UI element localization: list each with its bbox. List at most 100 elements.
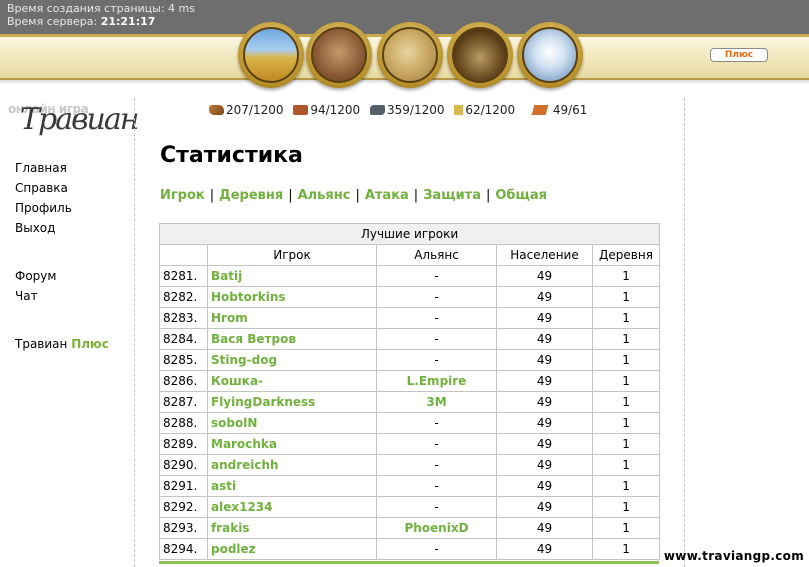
plus-label: Плюс: [71, 337, 109, 351]
player-link[interactable]: alex1234: [211, 500, 273, 514]
player-link[interactable]: Кошка-: [211, 374, 263, 388]
population-cell: 49: [496, 349, 593, 371]
player-cell: sobolN: [207, 412, 377, 434]
player-cell: Hrom: [207, 307, 377, 329]
player-link[interactable]: Sting-dog: [211, 353, 277, 367]
resource-iron: 359/1200: [370, 103, 445, 117]
table-row: 8289. Marochka -49 1: [159, 433, 661, 455]
table-row: 8290. andreichh -49 1: [159, 454, 661, 476]
population-cell: 49: [496, 391, 593, 413]
nav-logout[interactable]: Выход: [15, 221, 130, 241]
alliance-cell: -: [376, 496, 497, 518]
player-cell: podlez: [207, 538, 377, 560]
table-caption: Лучшие игроки: [158, 223, 661, 245]
watermark: www.traviangp.com: [663, 549, 804, 563]
tab-player[interactable]: Игрок: [160, 188, 205, 203]
nav-chat[interactable]: Чат: [15, 289, 130, 309]
alliance-cell: -: [376, 454, 497, 476]
nav-forum[interactable]: Форум: [15, 269, 130, 289]
iron-icon: [370, 105, 386, 115]
player-link[interactable]: Marochka: [211, 437, 277, 451]
page-root: Время создания страницы: 4 ms Время серв…: [0, 0, 809, 567]
player-link[interactable]: sobolN: [211, 416, 257, 430]
page-title: Статистика: [160, 143, 303, 168]
left-divider: [134, 98, 135, 567]
tab-defense[interactable]: Защита: [423, 188, 481, 203]
table-row: 8292. alex1234 -49 1: [159, 496, 661, 518]
population-cell: 49: [496, 307, 593, 329]
rank-cell: 8294.: [159, 538, 208, 560]
table-row: 8283. Hrom -49 1: [159, 307, 661, 329]
nav-travian-plus[interactable]: Травиан Плюс: [15, 337, 130, 357]
player-link[interactable]: andreichh: [211, 458, 279, 472]
alliance-cell: -: [376, 538, 497, 560]
population-cell: 49: [496, 286, 593, 308]
player-cell: frakis: [207, 517, 377, 539]
col-rank: [159, 244, 208, 266]
rank-cell: 8292.: [159, 496, 208, 518]
map-icon[interactable]: [377, 22, 443, 88]
village-center-icon[interactable]: [306, 22, 372, 88]
nav-help[interactable]: Справка: [15, 181, 130, 201]
rank-cell: 8290.: [159, 454, 208, 476]
rank-cell: 8291.: [159, 475, 208, 497]
player-link[interactable]: FlyingDarkness: [211, 395, 315, 409]
villages-cell: 1: [591, 370, 661, 392]
population-cell: 49: [496, 370, 593, 392]
alliance-cell: -: [376, 286, 497, 308]
alliance-cell: -: [376, 349, 497, 371]
population-cell: 49: [496, 433, 593, 455]
player-link[interactable]: podlez: [211, 542, 256, 556]
nav-profile[interactable]: Профиль: [15, 201, 130, 221]
alliance-cell: -: [376, 433, 497, 455]
tab-attack[interactable]: Атака: [365, 188, 409, 203]
player-link[interactable]: Hobtorkins: [211, 290, 286, 304]
villages-cell: 1: [591, 517, 661, 539]
consumption-icon: [531, 105, 549, 115]
table-row: 8282. Hobtorkins -49 1: [159, 286, 661, 308]
player-link[interactable]: Hrom: [211, 311, 248, 325]
population-cell: 49: [496, 475, 593, 497]
clay-icon: [293, 105, 309, 115]
alliance-cell: L.Empire: [376, 370, 497, 392]
wood-icon: [209, 105, 224, 115]
right-divider: [684, 98, 685, 567]
crop-icon: [454, 105, 464, 115]
villages-cell: 1: [591, 349, 661, 371]
alliance-link[interactable]: 3M: [426, 395, 446, 409]
tab-village[interactable]: Деревня: [219, 188, 283, 203]
player-link[interactable]: frakis: [211, 521, 249, 535]
reports-icon[interactable]: [517, 22, 583, 88]
statistics-icon[interactable]: [447, 22, 513, 88]
player-cell: andreichh: [207, 454, 377, 476]
tab-general[interactable]: Общая: [495, 188, 547, 203]
villages-cell: 1: [591, 454, 661, 476]
table-row: 8281. Batij -49 1: [159, 265, 661, 287]
generation-time-label: Время создания страницы:: [7, 2, 165, 15]
villages-cell: 1: [591, 391, 661, 413]
tab-alliance[interactable]: Альянс: [298, 188, 351, 203]
player-link[interactable]: Batij: [211, 269, 242, 283]
travian-label: Травиан: [15, 337, 68, 351]
village-overview-icon[interactable]: [238, 22, 304, 88]
col-villages: Деревня: [591, 244, 661, 266]
resource-crop: 62/1200: [454, 103, 515, 117]
server-time-value: 21:21:17: [100, 15, 156, 28]
nav-home[interactable]: Главная: [15, 161, 130, 181]
player-cell: Batij: [207, 265, 377, 287]
player-link[interactable]: asti: [211, 479, 236, 493]
alliance-link[interactable]: L.Empire: [407, 374, 467, 388]
rank-cell: 8282.: [159, 286, 208, 308]
population-cell: 49: [496, 412, 593, 434]
resource-bar: 207/1200 94/1200 359/1200 62/1200 49/61: [209, 103, 593, 117]
logo[interactable]: онлайн игра Травиан: [8, 98, 140, 144]
generation-time-value: 4 ms: [168, 2, 195, 15]
villages-cell: 1: [591, 286, 661, 308]
player-link[interactable]: Вася Ветров: [211, 332, 296, 346]
plus-button[interactable]: Плюс: [710, 48, 768, 62]
player-cell: Кошка-: [207, 370, 377, 392]
table-row: 8286. Кошка- L.Empire 49 1: [159, 370, 661, 392]
rank-cell: 8281.: [159, 265, 208, 287]
player-cell: Вася Ветров: [207, 328, 377, 350]
alliance-link[interactable]: PhoenixD: [404, 521, 468, 535]
